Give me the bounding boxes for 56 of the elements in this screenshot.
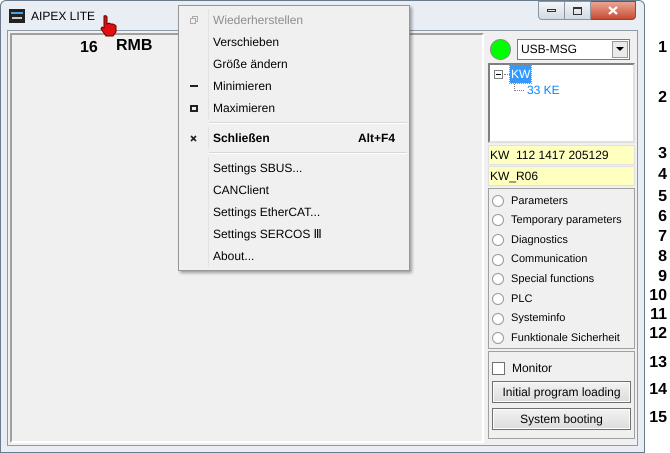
action-button[interactable]: System booting [492,408,631,430]
menu-item[interactable]: Settings SBUS... [213,157,409,179]
callout-number: 3 [658,145,667,163]
callout-number: 2 [658,89,667,107]
callout-number: 14 [649,381,667,399]
minimize-icon [190,85,198,87]
collapse-icon[interactable] [494,70,503,78]
callout-number: 5 [658,188,667,206]
close-button[interactable] [591,1,636,20]
menu-item[interactable]: Minimieren [213,75,409,97]
interface-dropdown[interactable]: USB-MSG [517,38,630,60]
callout-number: 9 [658,268,667,286]
menu-item[interactable]: About... [213,245,409,267]
menu-item[interactable]: Größe ändern [213,53,409,75]
callout-number: 8 [658,248,667,266]
close-icon [608,6,618,15]
mode-radio[interactable]: Diagnostics [492,230,634,250]
info-field: KW 112 1417 205129 [488,145,635,165]
mode-radio[interactable]: PLC [492,289,634,309]
dropdown-arrow-icon [616,47,624,51]
hand-cursor-icon [99,15,119,37]
callout-number: 13 [649,354,667,372]
mode-radio[interactable]: Parameters [492,191,634,211]
minimize-button[interactable] [538,1,565,20]
menu-item[interactable]: Settings SERCOS Ⅲ [213,223,409,245]
mode-radio[interactable]: Special functions [492,270,634,290]
menu-item[interactable]: Maximieren [213,97,409,119]
mode-radio[interactable]: Funktionale Sicherheit [492,328,634,348]
callout-number: 4 [658,166,667,184]
restore-icon [190,16,198,24]
callout-number: 10 [649,287,667,305]
mode-radio[interactable]: Communication [492,250,634,270]
app-logo-icon [9,8,25,22]
callout-label: 16 [80,38,98,58]
window-title: AIPEX LITE [31,8,96,24]
callout-number: 6 [658,208,667,226]
mode-radio[interactable]: Systeminfo [492,308,634,328]
callout-number: 15 [649,409,667,427]
callout-number: 11 [650,306,667,324]
mode-radio[interactable]: Temporary parameters [492,210,634,230]
dropdown-value: USB-MSG [520,41,578,58]
tree-node[interactable]: 33 KE [526,81,561,99]
callout-label: RMB [116,36,152,56]
menu-item[interactable]: Verschieben [213,31,409,53]
menu-item[interactable]: Schließen Alt+F4 [213,127,409,149]
callout-number: 12 [649,325,667,343]
close-icon [190,134,197,142]
callout-number: 7 [658,228,667,246]
maximize-icon [190,104,198,112]
callout-number: 1 [658,39,667,57]
menu-item[interactable]: CANClient [213,179,409,201]
monitor-checkbox[interactable]: Monitor [492,359,631,377]
action-button[interactable]: Initial program loading [492,381,631,403]
info-field: KW_R06 [488,166,635,186]
maximize-button[interactable] [565,1,591,20]
menu-item[interactable]: Settings EtherCAT... [213,201,409,223]
